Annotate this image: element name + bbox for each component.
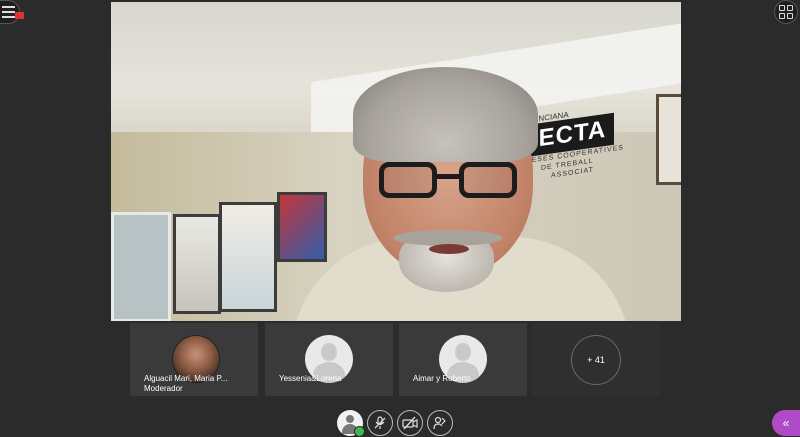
- lens: [459, 162, 517, 198]
- speaker-glasses: [379, 162, 517, 200]
- toggle-camera-button[interactable]: [397, 410, 423, 436]
- user-icon: [346, 415, 354, 423]
- avatar-head: [455, 343, 471, 361]
- main-video[interactable]: ANO VALENCIANA FEVECTA D'EMPRESES COOPER…: [111, 2, 681, 321]
- share-screen-button[interactable]: [427, 410, 453, 436]
- participant-name: Aimar y Roberto: [413, 374, 471, 383]
- participant-name: Yessenia&Lorena: [279, 374, 342, 383]
- grid-cell: [787, 5, 793, 11]
- hamburger-icon: [2, 6, 15, 8]
- mute-microphone-button[interactable]: [367, 410, 393, 436]
- window: [111, 212, 171, 321]
- grid-cell: [787, 13, 793, 19]
- camera-off-icon: [402, 416, 418, 430]
- more-participants-tile[interactable]: + 41: [532, 323, 660, 396]
- participant-tile[interactable]: Alguacil Mari, Maria P... Moderador: [130, 323, 258, 396]
- avatar-head: [321, 343, 337, 361]
- poster: [219, 202, 277, 312]
- microphone-muted-icon: [374, 416, 386, 429]
- speaker-mouth: [429, 244, 469, 254]
- participant-tile[interactable]: Yessenia&Lorena: [265, 323, 393, 396]
- grid-cell: [779, 13, 785, 19]
- user-status-button[interactable]: [337, 410, 365, 437]
- poster: [173, 214, 221, 314]
- speaker: [291, 62, 671, 321]
- recording-indicator-icon: [15, 12, 24, 19]
- chevron-left-double-icon: «: [782, 416, 790, 430]
- hamburger-icon-line: [2, 11, 15, 13]
- lens: [379, 162, 437, 198]
- layout-button[interactable]: [774, 0, 798, 24]
- more-participants-count: + 41: [571, 335, 621, 385]
- participant-name: Alguacil Mari, Maria P...: [144, 374, 228, 383]
- bridge: [435, 174, 461, 179]
- share-screen-icon: [433, 416, 446, 430]
- participant-role: Moderador: [144, 384, 183, 393]
- hamburger-icon-line: [2, 16, 15, 18]
- grid-layout-icon: [779, 5, 785, 11]
- open-chat-button[interactable]: «: [772, 410, 800, 436]
- speaker-hair: [353, 67, 538, 162]
- participant-tile[interactable]: Aimar y Roberto: [399, 323, 527, 396]
